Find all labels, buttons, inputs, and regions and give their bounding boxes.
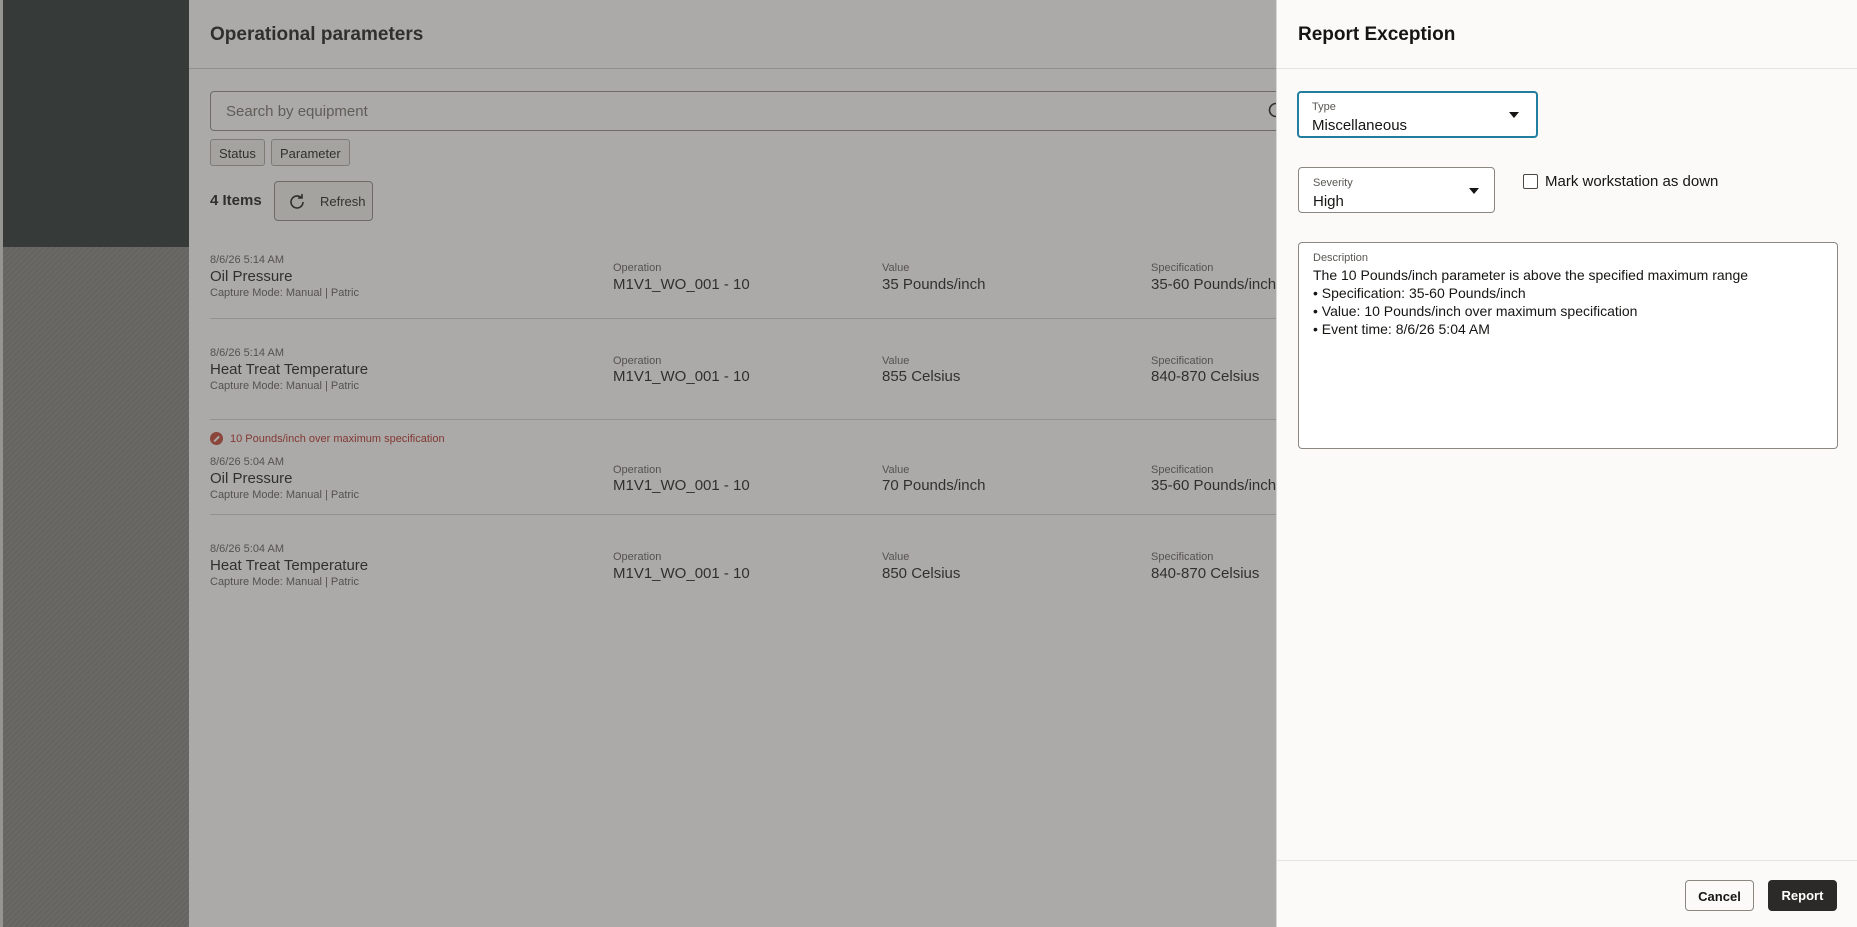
window-edge (0, 0, 3, 927)
value-label: Value (882, 551, 910, 563)
error-icon (210, 432, 223, 445)
operation-label: Operation (613, 464, 662, 476)
operation-value: M1V1_WO_001 - 10 (613, 565, 750, 582)
specification-value: 840-870 Celsius (1151, 368, 1260, 385)
operation-value: M1V1_WO_001 - 10 (613, 477, 750, 494)
refresh-label: Refresh (320, 194, 366, 209)
row-divider (210, 318, 1310, 319)
filter-chip-status[interactable]: Status (210, 139, 265, 166)
page-title: Operational parameters (210, 24, 424, 45)
row-parameter-name: Heat Treat Temperature (210, 361, 369, 378)
nav-dark-block (0, 0, 189, 247)
item-count: 4 Items (210, 192, 262, 209)
specification-value: 35-60 Pounds/inch (1151, 276, 1277, 293)
operation-value: M1V1_WO_001 - 10 (613, 276, 750, 293)
row-parameter-name: Oil Pressure (210, 470, 293, 487)
specification-label: Specification (1151, 551, 1214, 563)
search-placeholder: Search by equipment (226, 103, 368, 120)
description-line: • Event time: 8/6/26 5:04 AM (1313, 321, 1490, 337)
row-divider (210, 419, 1310, 420)
row-timestamp: 8/6/26 5:14 AM (210, 347, 284, 359)
operation-label: Operation (613, 355, 662, 367)
row-timestamp: 8/6/26 5:04 AM (210, 456, 284, 468)
value-value: 70 Pounds/inch (882, 477, 986, 494)
value-label: Value (882, 262, 910, 274)
description-field-label: Description (1313, 252, 1369, 264)
drawer-title: Report Exception (1298, 24, 1456, 45)
value-value: 35 Pounds/inch (882, 276, 986, 293)
value-label: Value (882, 355, 910, 367)
report-exception-drawer: Report Exception Type Miscellaneous Seve… (1276, 0, 1857, 927)
footer-divider (1277, 860, 1857, 861)
severity-field-value: High (1313, 193, 1344, 210)
mark-workstation-down-checkbox[interactable] (1523, 174, 1538, 189)
cancel-button[interactable]: Cancel (1685, 880, 1754, 911)
error-text: 10 Pounds/inch over maximum specificatio… (230, 433, 445, 445)
specification-value: 35-60 Pounds/inch (1151, 477, 1277, 494)
description-textarea[interactable]: Description The 10 Pounds/inch parameter… (1298, 242, 1838, 449)
value-value: 850 Celsius (882, 565, 961, 582)
mark-workstation-down-label[interactable]: Mark workstation as down (1545, 173, 1718, 190)
severity-field-label: Severity (1313, 177, 1353, 189)
specification-label: Specification (1151, 355, 1214, 367)
description-line: • Value: 10 Pounds/inch over maximum spe… (1313, 303, 1638, 319)
header-divider (189, 68, 1277, 69)
row-divider (210, 514, 1310, 515)
row-capture-mode: Capture Mode: Manual | Patric (210, 489, 359, 501)
row-capture-mode: Capture Mode: Manual | Patric (210, 287, 359, 299)
value-value: 855 Celsius (882, 368, 961, 385)
operation-value: M1V1_WO_001 - 10 (613, 368, 750, 385)
row-timestamp: 8/6/26 5:04 AM (210, 543, 284, 555)
operational-parameters-page: Operational parameters Search by equipme… (189, 0, 1310, 927)
type-field-value: Miscellaneous (1312, 117, 1408, 134)
type-select[interactable]: Type Miscellaneous (1297, 91, 1538, 138)
report-button[interactable]: Report (1768, 880, 1837, 911)
refresh-icon (290, 194, 304, 209)
row-parameter-name: Oil Pressure (210, 268, 293, 285)
operation-label: Operation (613, 262, 662, 274)
row-capture-mode: Capture Mode: Manual | Patric (210, 380, 359, 392)
specification-label: Specification (1151, 464, 1214, 476)
row-capture-mode: Capture Mode: Manual | Patric (210, 576, 359, 588)
specification-label: Specification (1151, 262, 1214, 274)
description-line: The 10 Pounds/inch parameter is above th… (1313, 267, 1749, 283)
value-label: Value (882, 464, 910, 476)
error-message: 10 Pounds/inch over maximum specificatio… (210, 432, 445, 445)
operation-label: Operation (613, 551, 662, 563)
type-field-label: Type (1312, 101, 1336, 113)
severity-select[interactable]: Severity High (1298, 167, 1495, 213)
chevron-down-icon (1469, 188, 1479, 194)
specification-value: 840-870 Celsius (1151, 565, 1260, 582)
chevron-down-icon (1509, 112, 1519, 118)
background-texture (0, 247, 189, 927)
row-parameter-name: Heat Treat Temperature (210, 557, 369, 574)
description-line: • Specification: 35-60 Pounds/inch (1313, 285, 1526, 301)
background-left-panel (0, 0, 189, 927)
row-timestamp: 8/6/26 5:14 AM (210, 254, 284, 266)
search-input[interactable]: Search by equipment (210, 91, 1310, 131)
drawer-header-divider (1277, 68, 1857, 69)
filter-chip-parameter[interactable]: Parameter (271, 139, 350, 166)
refresh-button[interactable]: Refresh (274, 181, 373, 221)
